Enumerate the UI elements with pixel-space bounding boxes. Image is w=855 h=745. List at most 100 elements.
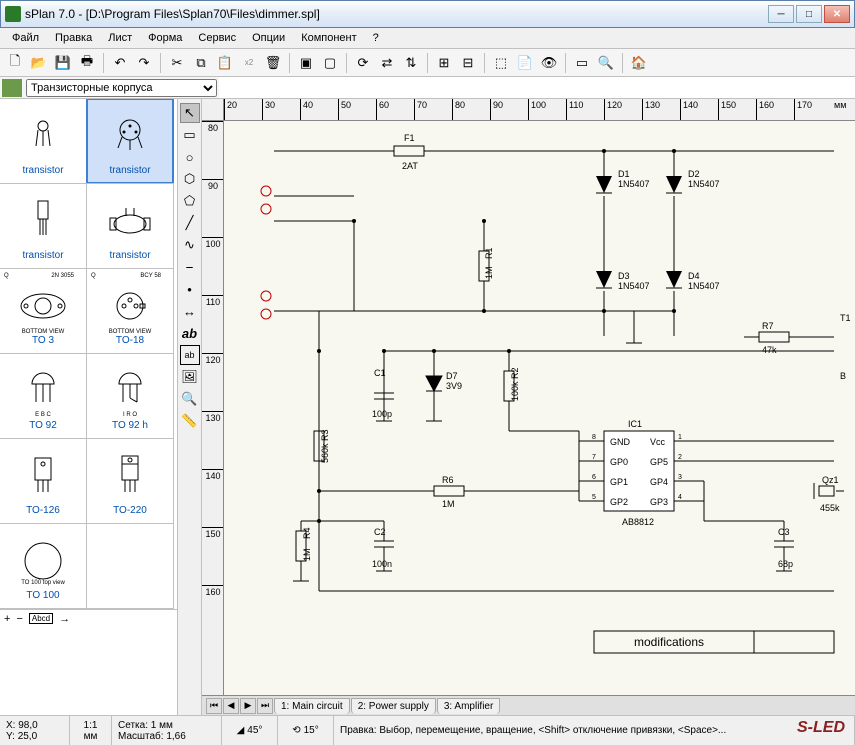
schematic-canvas[interactable]: F12AT D11N5407 D21N5407 D31N5407 D41N540…	[224, 121, 855, 695]
search-icon[interactable]: 👁	[538, 52, 560, 74]
zoom-tool-icon[interactable]: 🔍	[180, 389, 200, 409]
save-icon[interactable]: 💾	[52, 52, 74, 74]
svg-text:1M: 1M	[302, 548, 312, 561]
list-icon[interactable]: 📄	[514, 52, 536, 74]
palette-transistor-4[interactable]: transistor	[86, 183, 174, 269]
junction-tool-icon[interactable]: •	[180, 279, 200, 299]
svg-text:D7: D7	[446, 371, 458, 381]
line-tool-icon[interactable]: ╱	[180, 213, 200, 233]
svg-text:R1: R1	[484, 247, 494, 259]
maximize-button[interactable]: □	[796, 5, 822, 23]
new-icon[interactable]: 🗋	[4, 52, 26, 74]
tab-power[interactable]: 2: Power supply	[351, 698, 436, 714]
home-icon[interactable]: 🏠	[628, 52, 650, 74]
ruler-vertical: 809010011012013014015016070	[202, 121, 224, 695]
svg-text:1N5407: 1N5407	[688, 179, 720, 189]
text-tool-icon[interactable]: ab	[180, 323, 200, 343]
svg-text:560k: 560k	[320, 443, 330, 463]
print-icon[interactable]: 🖶	[76, 52, 98, 74]
svg-text:455k: 455k	[820, 503, 840, 513]
binoculars-icon[interactable]: 🔍	[595, 52, 617, 74]
window-titlebar: sPlan 7.0 - [D:\Program Files\Splan70\Fi…	[0, 0, 855, 28]
paste-icon[interactable]: 📋	[214, 52, 236, 74]
wire-tool-icon[interactable]: ⎯	[180, 257, 200, 277]
palette-transistor-2[interactable]: transistor	[86, 99, 174, 184]
svg-text:R2: R2	[510, 367, 520, 379]
mirror-h-icon[interactable]: ⇄	[376, 52, 398, 74]
library-selector: Транзисторные корпуса	[0, 77, 219, 98]
palette-footer: + − Abcd →	[0, 609, 177, 627]
menu-component[interactable]: Компонент	[293, 30, 364, 46]
palette-to92h[interactable]: I R O TO 92 h	[86, 353, 174, 439]
delete-icon[interactable]: 🗑	[262, 52, 284, 74]
menu-sheet[interactable]: Лист	[100, 30, 140, 46]
minimize-button[interactable]: ─	[768, 5, 794, 23]
circle-tool-icon[interactable]: ○	[180, 147, 200, 167]
menu-form[interactable]: Форма	[140, 30, 190, 46]
tab-last-icon[interactable]: ⏭	[257, 698, 273, 714]
svg-text:Qz1: Qz1	[822, 475, 839, 485]
palette-to100[interactable]: TO 100 top view TO 100	[0, 523, 87, 609]
ungroup-icon[interactable]: ⊟	[457, 52, 479, 74]
angle-15[interactable]: ⟲ 15°	[278, 716, 334, 745]
menu-edit[interactable]: Правка	[47, 30, 100, 46]
group-icon[interactable]: ⊞	[433, 52, 455, 74]
palette-to92[interactable]: E B C TO 92	[0, 353, 87, 439]
copy-icon[interactable]: ⧉	[190, 52, 212, 74]
svg-text:1M: 1M	[484, 266, 494, 279]
mirror-v-icon[interactable]: ⇅	[400, 52, 422, 74]
tab-main[interactable]: 1: Main circuit	[274, 698, 350, 714]
front-icon[interactable]: ▣	[295, 52, 317, 74]
snap-icon[interactable]: ⬚	[490, 52, 512, 74]
tab-prev-icon[interactable]: ◀	[223, 698, 239, 714]
redo-icon[interactable]: ↷	[133, 52, 155, 74]
palette-to126[interactable]: TO-126	[0, 438, 87, 524]
x2-icon[interactable]: x2	[238, 52, 260, 74]
cut-icon[interactable]: ✂	[166, 52, 188, 74]
abcd-icon[interactable]: Abcd	[29, 613, 53, 624]
palette-transistor-1[interactable]: transistor	[0, 99, 87, 184]
palette-empty[interactable]	[86, 523, 174, 609]
angle-45[interactable]: ◢ 45°	[222, 716, 278, 745]
tab-amp[interactable]: 3: Amplifier	[437, 698, 500, 714]
special-tool-icon[interactable]: ⬡	[180, 169, 200, 189]
measure-tool-icon[interactable]: 📏	[180, 411, 200, 431]
add-icon[interactable]: +	[4, 613, 10, 625]
svg-text:3: 3	[678, 474, 682, 481]
dimension-tool-icon[interactable]: ↔	[180, 301, 200, 321]
textblock-tool-icon[interactable]: ab	[180, 345, 200, 365]
palette-to18[interactable]: QBCY 58 BOTTOM VIEW TO-18	[86, 268, 174, 354]
poly-tool-icon[interactable]: ⬠	[180, 191, 200, 211]
main-toolbar: 🗋 📂 💾 🖶 ↶ ↷ ✂ ⧉ 📋 x2 🗑 ▣ ▢ ⟳ ⇄ ⇅ ⊞ ⊟ ⬚ 📄…	[0, 49, 855, 77]
svg-text:1N5407: 1N5407	[688, 281, 720, 291]
svg-text:D1: D1	[618, 169, 630, 179]
menu-help[interactable]: ?	[365, 30, 387, 46]
menu-file[interactable]: Файл	[4, 30, 47, 46]
close-button[interactable]: ✕	[824, 5, 850, 23]
svg-text:C3: C3	[778, 527, 790, 537]
sheet-tabs: ⏮ ◀ ▶ ⏭ 1: Main circuit 2: Power supply …	[202, 695, 855, 715]
palette-to220[interactable]: TO-220	[86, 438, 174, 524]
rotate-icon[interactable]: ⟳	[352, 52, 374, 74]
pointer-tool-icon[interactable]: ↖	[180, 103, 200, 123]
sheet-icon[interactable]: ▭	[571, 52, 593, 74]
menu-options[interactable]: Опции	[244, 30, 293, 46]
undo-icon[interactable]: ↶	[109, 52, 131, 74]
bezier-tool-icon[interactable]: ∿	[180, 235, 200, 255]
back-icon[interactable]: ▢	[319, 52, 341, 74]
svg-text:R3: R3	[320, 429, 330, 441]
library-dropdown[interactable]: Транзисторные корпуса	[26, 79, 217, 97]
tab-next-icon[interactable]: ▶	[240, 698, 256, 714]
arrow-icon[interactable]: →	[59, 613, 70, 625]
menu-service[interactable]: Сервис	[190, 30, 244, 46]
remove-icon[interactable]: −	[16, 613, 22, 625]
svg-text:100n: 100n	[372, 559, 392, 569]
palette-to3[interactable]: Q2N 3055 BOTTOM VIEW TO 3	[0, 268, 87, 354]
svg-text:R4: R4	[302, 527, 312, 539]
rect-tool-icon[interactable]: ▭	[180, 125, 200, 145]
tab-first-icon[interactable]: ⏮	[206, 698, 222, 714]
image-tool-icon[interactable]: 🖼	[180, 367, 200, 387]
palette-transistor-3[interactable]: transistor	[0, 183, 87, 269]
open-icon[interactable]: 📂	[28, 52, 50, 74]
svg-text:D4: D4	[688, 271, 700, 281]
